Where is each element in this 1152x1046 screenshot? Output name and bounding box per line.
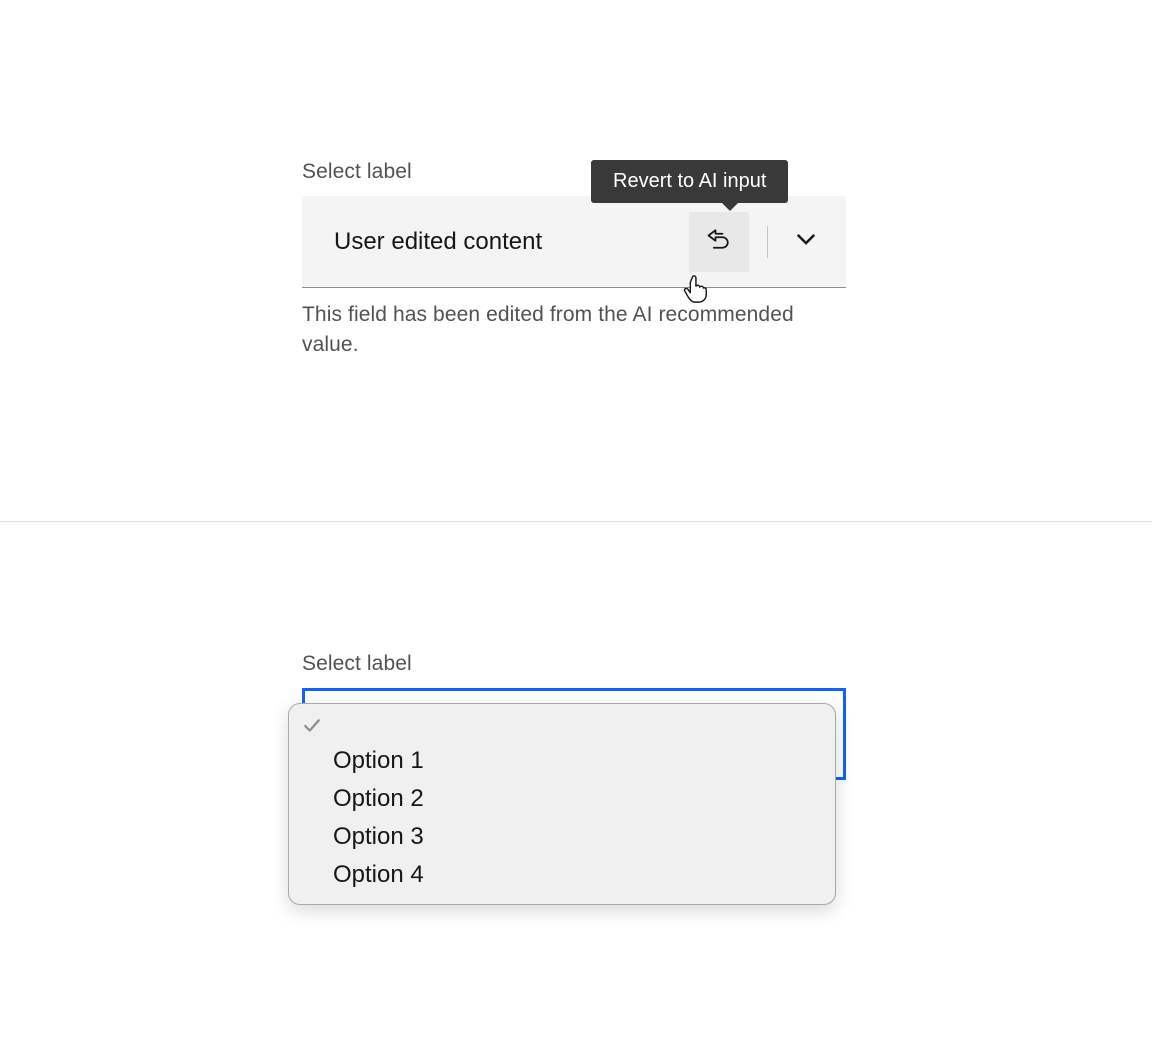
helper-text: This field has been edited from the AI r… — [302, 300, 846, 361]
revert-tooltip: Revert to AI input — [591, 160, 788, 203]
vertical-divider — [767, 226, 768, 258]
cursor-pointer-icon — [680, 274, 710, 309]
dropdown-option[interactable]: Option 3 — [289, 818, 835, 856]
dropdown-option[interactable]: Option 1 — [289, 742, 835, 780]
dropdown-option-label: Option 4 — [333, 861, 424, 889]
dropdown-option-label: Option 3 — [333, 823, 424, 851]
select-field-open: Select label Option 1 Option 2 — [302, 652, 846, 780]
chevron-down-icon — [795, 228, 817, 255]
dropdown-toggle[interactable] — [786, 228, 826, 255]
select-label: Select label — [302, 652, 846, 676]
select-input[interactable]: User edited content — [302, 196, 846, 288]
dropdown-menu: Option 1 Option 2 Option 3 Option 4 — [288, 703, 836, 905]
revert-button[interactable] — [689, 212, 749, 272]
dropdown-option[interactable]: Option 4 — [289, 856, 835, 894]
select-input-open[interactable]: Option 1 Option 2 Option 3 Option 4 — [302, 688, 846, 780]
select-value: User edited content — [302, 228, 689, 256]
undo-icon — [705, 225, 733, 258]
checkmark-icon — [303, 717, 321, 735]
dropdown-option-label: Option 1 — [333, 747, 424, 775]
dropdown-option-selected[interactable] — [289, 710, 835, 742]
dropdown-option-label: Option 2 — [333, 785, 424, 813]
dropdown-option[interactable]: Option 2 — [289, 780, 835, 818]
